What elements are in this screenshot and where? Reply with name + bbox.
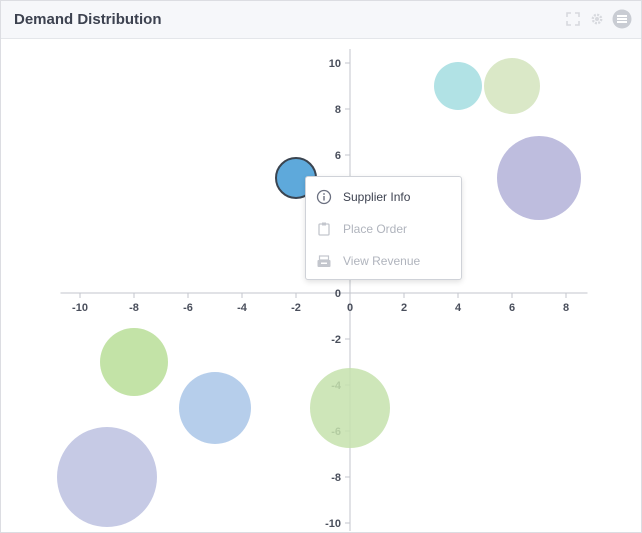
menu-item-label: Place Order [343, 222, 408, 236]
gear-icon[interactable] [588, 10, 606, 28]
y-tick-label: -10 [325, 518, 341, 530]
bubble-point[interactable] [310, 368, 390, 448]
bubble-point[interactable] [497, 136, 581, 220]
menu-list-icon[interactable] [612, 9, 632, 29]
menu-item-label: View Revenue [343, 254, 421, 268]
bubble-point[interactable] [179, 372, 251, 444]
x-tick-label: 0 [347, 302, 353, 314]
x-tick-label: 4 [455, 302, 462, 314]
clipboard-icon [316, 221, 332, 237]
chart-panel: Demand Distribution -10 -8 -6 -4 -2 0 2 4 6 8 -10 -… [0, 0, 642, 533]
panel-title: Demand Distribution [14, 11, 162, 28]
info-circle-icon [316, 189, 332, 205]
bubble-chart: -10-8-6-4-202468-10-8-6-4-20246810 [57, 49, 588, 531]
context-menu: Supplier Info Place Order View Revenue [305, 176, 462, 280]
menu-item-place-order[interactable]: Place Order [306, 214, 461, 244]
fullscreen-icon[interactable] [564, 10, 582, 28]
y-tick-label: 10 [329, 58, 341, 70]
y-tick-label: 0 [335, 288, 341, 300]
x-tick-label: 6 [509, 302, 515, 314]
y-tick-label: -2 [331, 334, 341, 346]
y-tick-label: 8 [335, 104, 341, 116]
panel-header: Demand Distribution [1, 1, 641, 39]
cash-register-icon [316, 253, 332, 269]
menu-item-view-revenue[interactable]: View Revenue [306, 246, 461, 276]
y-tick-label: -8 [331, 472, 341, 484]
menu-item-supplier-info[interactable]: Supplier Info [306, 182, 461, 212]
x-tick-label: -2 [291, 302, 301, 314]
x-tick-label: -4 [237, 302, 248, 314]
x-tick-label: -10 [72, 302, 88, 314]
x-tick-label: 2 [401, 302, 407, 314]
x-tick-label: 8 [563, 302, 569, 314]
bubble-point[interactable] [434, 62, 482, 110]
x-tick-label: -8 [129, 302, 139, 314]
menu-item-label: Supplier Info [343, 190, 411, 204]
bubble-point[interactable] [57, 427, 157, 527]
bubble-point[interactable] [100, 328, 168, 396]
y-tick-label: 6 [335, 150, 341, 162]
x-tick-label: -6 [183, 302, 193, 314]
bubble-point[interactable] [484, 58, 540, 114]
